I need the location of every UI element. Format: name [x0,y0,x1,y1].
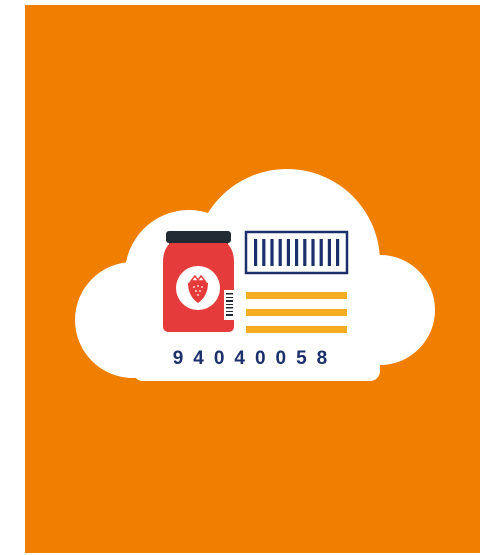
jam-jar-icon [163,231,235,332]
jar-label-barcode-icon [224,290,235,320]
barcode-bar [254,239,258,266]
cloud-barcode-illustration [75,169,435,381]
barcode-bar [278,239,282,266]
barcode-bar [327,239,331,266]
text-lines-icon [246,292,347,333]
barcode-bar [295,239,299,266]
barcode-bar [303,239,307,266]
barcode-icon [244,230,349,275]
barcode-bar [336,239,340,266]
illustration-canvas: 94040058 [0,0,494,555]
barcode-bar [311,239,315,266]
barcode-bar [286,239,290,266]
barcode-bar [270,239,274,266]
barcode-bar [262,239,266,266]
barcode-bar [319,239,323,266]
barcode-number: 94040058 [172,348,338,369]
